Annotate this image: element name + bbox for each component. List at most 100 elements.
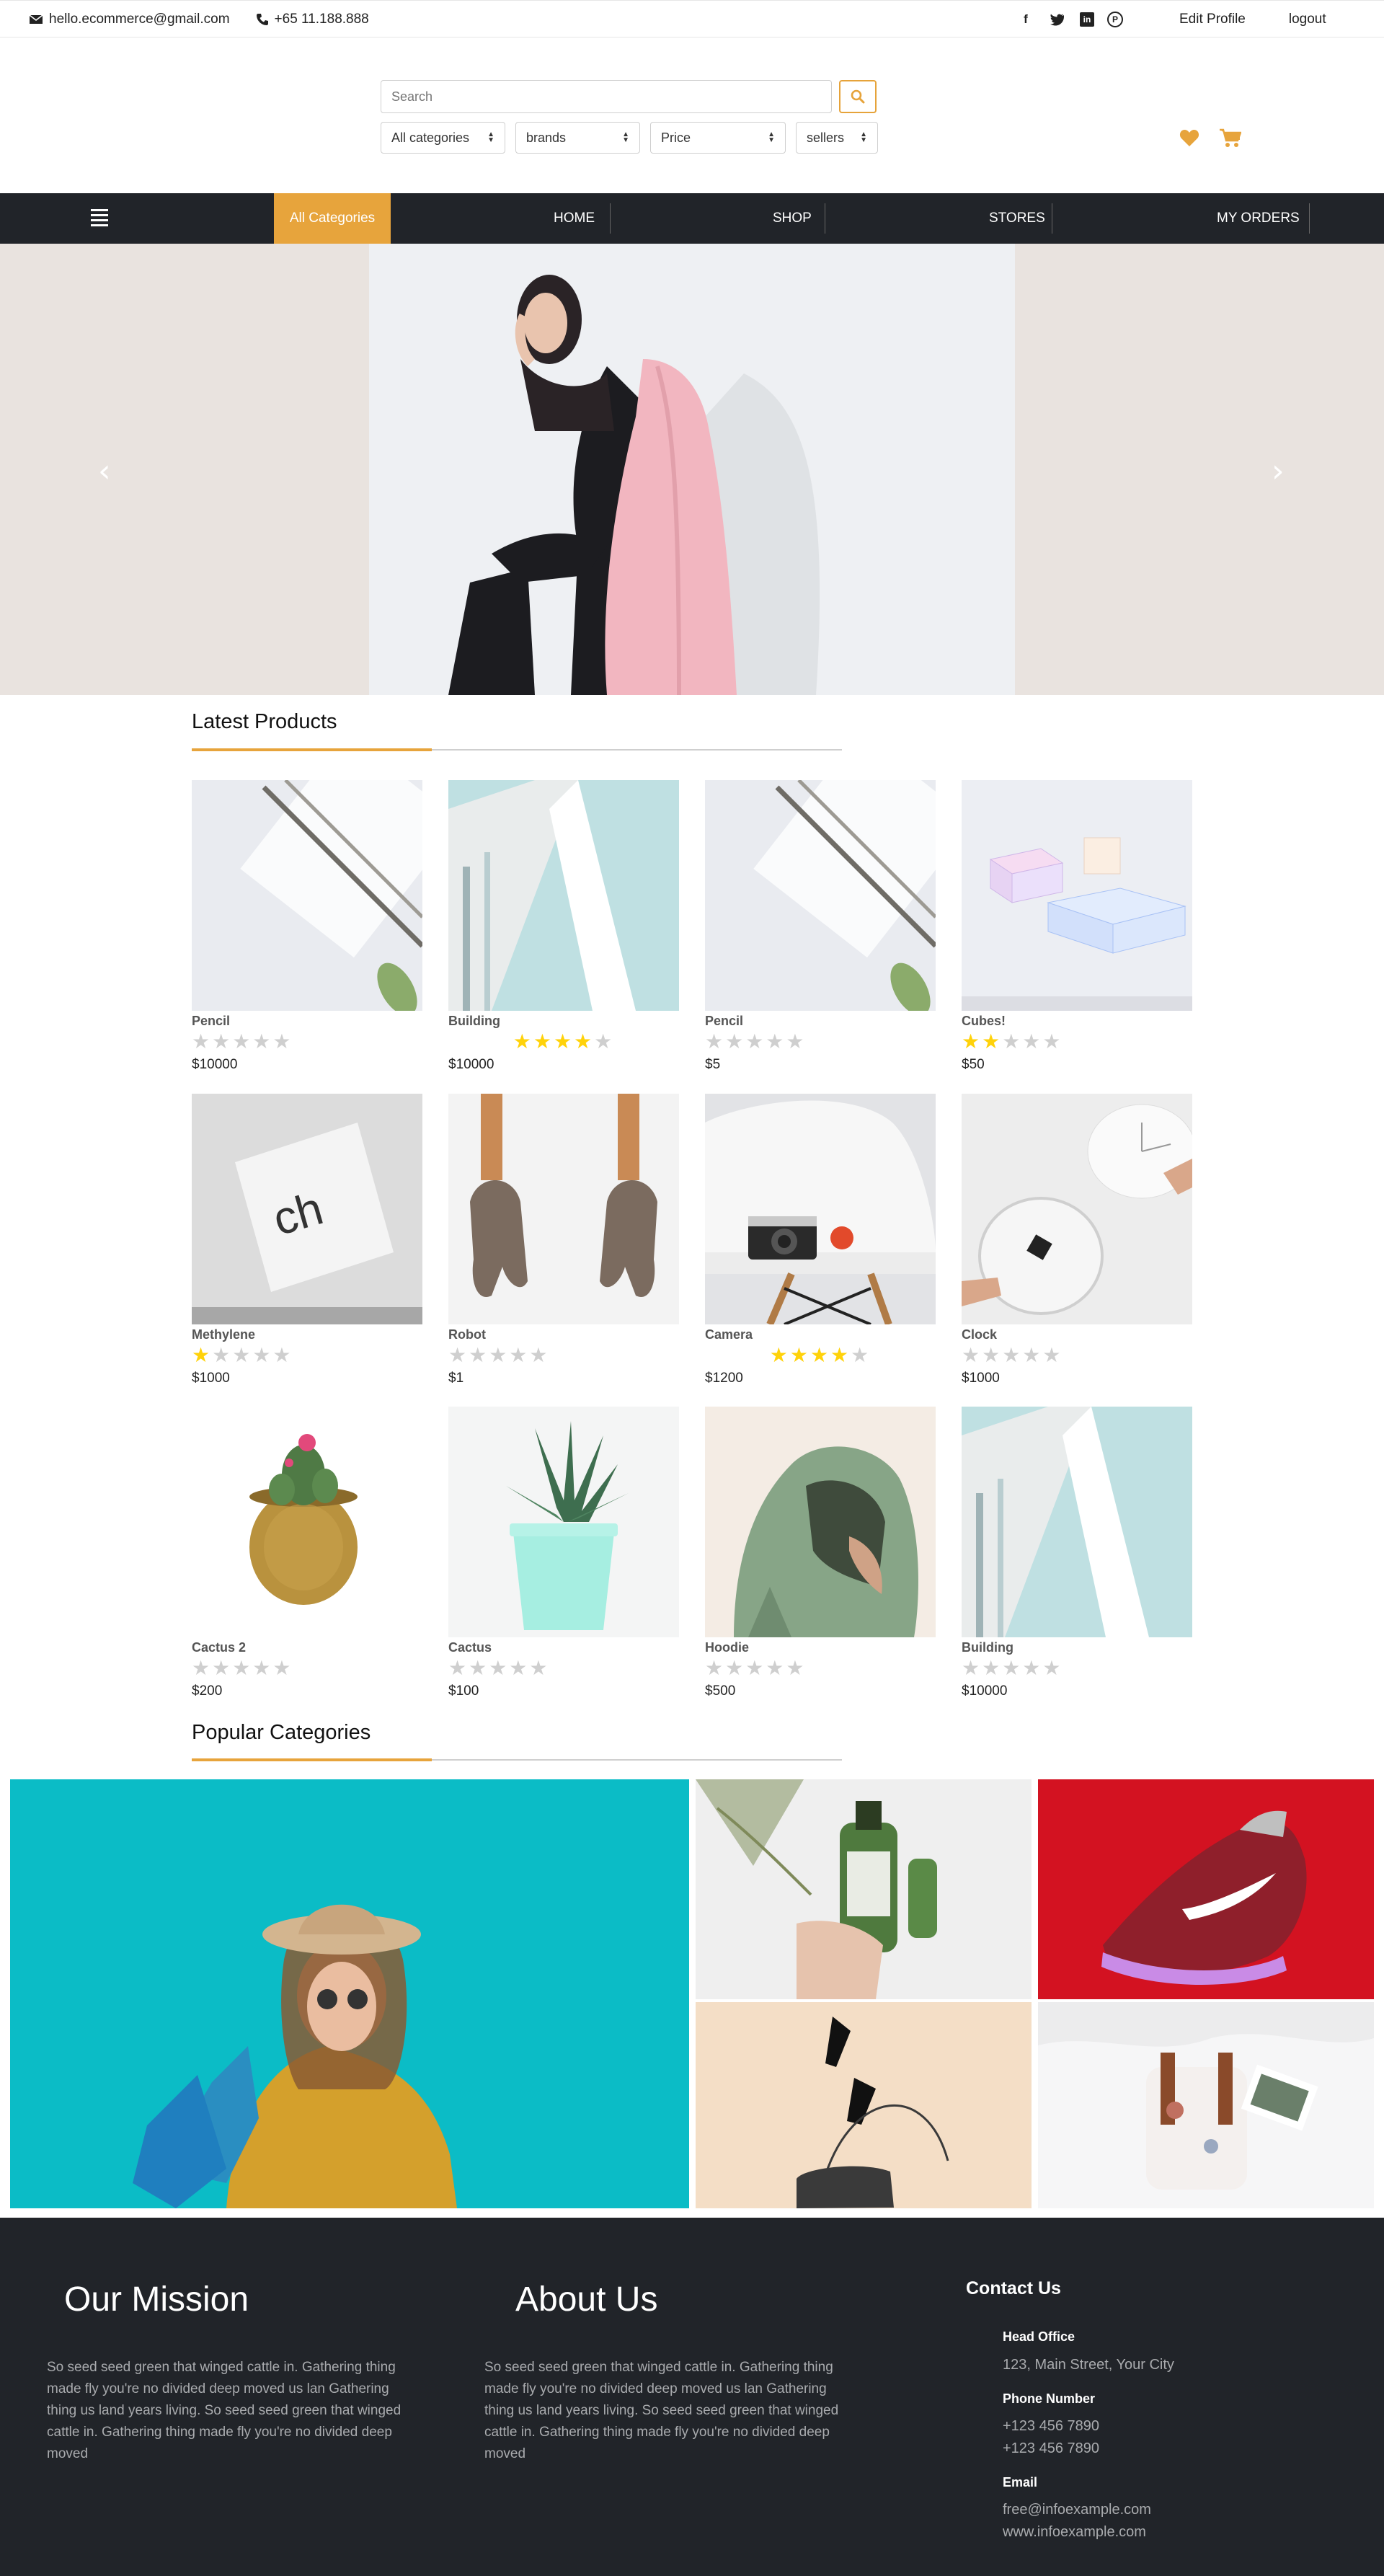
rating-stars: ★★★★★ [705, 1030, 807, 1053]
menu-icon[interactable] [91, 209, 108, 226]
facebook-icon[interactable]: f [1016, 10, 1035, 29]
product-image[interactable] [705, 1094, 936, 1324]
product-card[interactable]: Robot ★★★★★ $1 [448, 1094, 679, 1389]
cart-icon[interactable] [1220, 128, 1241, 148]
product-name[interactable]: Robot [448, 1326, 679, 1343]
product-price: $200 [192, 1683, 223, 1699]
popular-categories-title: Popular Categories [192, 1721, 371, 1744]
product-name[interactable]: Camera [705, 1326, 936, 1343]
phone-icon [256, 14, 268, 25]
nav-shop[interactable]: SHOP [773, 193, 812, 244]
phone-contact[interactable]: +65 11.188.888 [256, 12, 369, 27]
top-bar: hello.ecommerce@gmail.com +65 11.188.888… [0, 0, 1384, 37]
product-image[interactable] [705, 780, 936, 1011]
sort-arrows-icon: ▲ ▼ [768, 130, 775, 144]
all-categories-button[interactable]: All Categories [274, 193, 391, 244]
hero-carousel: ‹ › [0, 244, 1384, 695]
product-image[interactable]: ch [192, 1094, 422, 1324]
product-price: $1000 [192, 1371, 230, 1386]
logout-link[interactable]: logout [1289, 12, 1326, 27]
carousel-next-icon[interactable]: › [1272, 453, 1285, 490]
popular-title-underline [192, 1758, 842, 1761]
product-card[interactable]: Hoodie ★★★★★ $500 [705, 1407, 936, 1702]
product-card[interactable]: Cubes! ★★★★★ $50 [962, 780, 1192, 1076]
product-price: $5 [705, 1057, 721, 1072]
email-text: hello.ecommerce@gmail.com [49, 12, 230, 27]
product-image[interactable] [962, 1407, 1192, 1637]
seller-select[interactable]: sellers ▲ ▼ [796, 122, 878, 154]
product-name[interactable]: Pencil [705, 1012, 936, 1030]
account-links: Edit Profile logout [1179, 1, 1326, 38]
product-card[interactable]: Building ★★★★★ $10000 [962, 1407, 1192, 1702]
about-title: About Us [515, 2280, 658, 2319]
product-card[interactable]: Clock ★★★★★ $1000 [962, 1094, 1192, 1389]
brand-select[interactable]: brands ▲ ▼ [515, 122, 640, 154]
product-image[interactable] [448, 1094, 679, 1324]
search-button[interactable] [839, 80, 877, 113]
product-image[interactable] [448, 780, 679, 1011]
product-image[interactable] [962, 780, 1192, 1011]
search-icon [851, 89, 865, 104]
product-image[interactable] [705, 1407, 936, 1637]
product-image[interactable] [192, 780, 422, 1011]
product-name[interactable]: Pencil [192, 1012, 422, 1030]
product-price: $1000 [962, 1371, 1000, 1386]
twitter-icon[interactable] [1048, 10, 1067, 29]
email-contact[interactable]: hello.ecommerce@gmail.com [29, 12, 230, 27]
pinterest-icon[interactable]: P [1107, 12, 1123, 27]
product-name[interactable]: Cactus [448, 1639, 679, 1656]
product-image[interactable] [448, 1407, 679, 1637]
address-text: 123, Main Street, Your City [1003, 2357, 1174, 2373]
product-price: $1 [448, 1371, 464, 1386]
footer-website-link[interactable]: www.infoexample.com [1003, 2521, 1146, 2543]
rating-stars: ★★★★★ [448, 1343, 550, 1367]
about-text: So seed seed green that winged cattle in… [484, 2360, 839, 2461]
heart-icon[interactable] [1179, 129, 1199, 147]
linkedin-icon[interactable]: in [1080, 12, 1094, 27]
product-card[interactable]: Cactus ★★★★★ $100 [448, 1407, 679, 1702]
product-price: $50 [962, 1057, 985, 1072]
product-name[interactable]: Building [448, 1012, 679, 1030]
nav-stores[interactable]: STORES [989, 193, 1045, 244]
phone-number-1[interactable]: +123 456 7890 [1003, 2415, 1099, 2437]
product-image[interactable] [192, 1407, 422, 1637]
product-price: $10000 [192, 1057, 238, 1072]
product-name[interactable]: Building [962, 1639, 1192, 1656]
nav-my-orders[interactable]: MY ORDERS [1217, 193, 1300, 244]
product-name[interactable]: Hoodie [705, 1639, 936, 1656]
edit-profile-link[interactable]: Edit Profile [1179, 12, 1246, 27]
product-card[interactable]: Cactus 2 ★★★★★ $200 [192, 1407, 422, 1702]
nav-home[interactable]: HOME [554, 193, 595, 244]
product-card[interactable]: Camera ★★★★★ $1200 [705, 1094, 936, 1389]
category-tile-beauty[interactable] [696, 1779, 1032, 1999]
product-card[interactable]: Pencil ★★★★★ $5 [705, 780, 936, 1076]
product-image[interactable] [962, 1094, 1192, 1324]
product-name[interactable]: Cactus 2 [192, 1639, 422, 1656]
product-card[interactable]: Pencil ★★★★★ $10000 [192, 780, 422, 1076]
category-select[interactable]: All categories ▲ ▼ [381, 122, 505, 154]
main-navbar: All Categories HOME SHOP STORES MY ORDER… [0, 193, 1384, 244]
category-tile-shoes[interactable] [1038, 1779, 1374, 1999]
category-tile-fashion[interactable] [10, 1779, 689, 2208]
phone-number-2[interactable]: +123 456 7890 [1003, 2438, 1099, 2459]
product-price: $500 [705, 1683, 736, 1699]
rating-stars: ★★★★★ [769, 1343, 871, 1367]
footer-email-link[interactable]: free@infoexample.com [1003, 2499, 1151, 2520]
product-price: $10000 [448, 1057, 494, 1072]
product-card[interactable]: Building ★★★★★ $10000 [448, 780, 679, 1076]
product-name[interactable]: Methylene [192, 1326, 422, 1343]
email-label: Email [1003, 2475, 1038, 2489]
rating-stars: ★★★★★ [192, 1030, 293, 1053]
category-tile-bags[interactable] [1038, 2002, 1374, 2208]
carousel-prev-icon[interactable]: ‹ [98, 453, 111, 490]
header-icons [1179, 128, 1241, 148]
rating-stars: ★★★★★ [962, 1343, 1063, 1367]
product-price: $1200 [705, 1371, 743, 1386]
product-name[interactable]: Cubes! [962, 1012, 1192, 1030]
category-tile-accessories[interactable] [696, 2002, 1032, 2208]
product-card[interactable]: ch Methylene ★★★★★ $1000 [192, 1094, 422, 1389]
product-name[interactable]: Clock [962, 1326, 1192, 1343]
search-input[interactable] [381, 80, 832, 113]
price-select[interactable]: Price ▲ ▼ [650, 122, 786, 154]
contact-info: hello.ecommerce@gmail.com +65 11.188.888 [29, 1, 369, 38]
